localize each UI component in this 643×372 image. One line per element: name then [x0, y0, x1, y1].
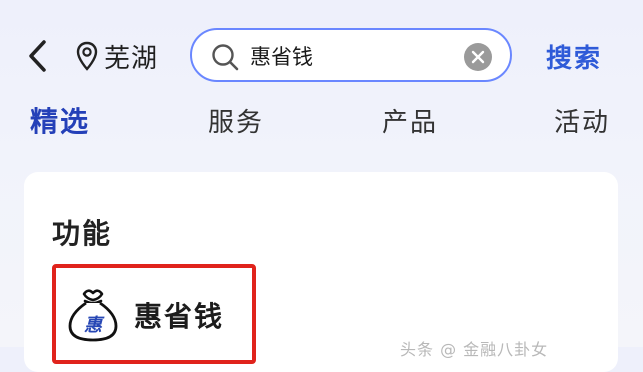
back-button[interactable] [20, 32, 54, 80]
section-title: 功能 [52, 217, 113, 250]
svg-text:惠: 惠 [84, 315, 105, 336]
location-pin-icon [76, 41, 98, 71]
function-item-huishengqian[interactable]: 惠 惠省钱 [66, 286, 224, 344]
chevron-left-icon [29, 40, 46, 72]
location-label: 芜湖 [104, 43, 159, 74]
location-selector[interactable]: 芜湖 [76, 36, 158, 76]
tab-activities[interactable]: 活动 [554, 102, 610, 139]
search-box[interactable] [190, 28, 512, 82]
tab-featured[interactable]: 精选 [30, 100, 90, 140]
watermark: 头条 @ 金融八卦女 [400, 340, 549, 359]
search-input[interactable] [250, 38, 450, 74]
search-icon [212, 44, 239, 71]
function-item-label: 惠省钱 [134, 300, 225, 333]
money-bag-icon: 惠 [68, 289, 118, 342]
clear-search-button[interactable] [464, 43, 492, 71]
search-button[interactable]: 搜索 [546, 38, 602, 75]
tab-services[interactable]: 服务 [208, 102, 264, 139]
clear-icon [471, 50, 485, 64]
tab-products[interactable]: 产品 [382, 102, 438, 139]
